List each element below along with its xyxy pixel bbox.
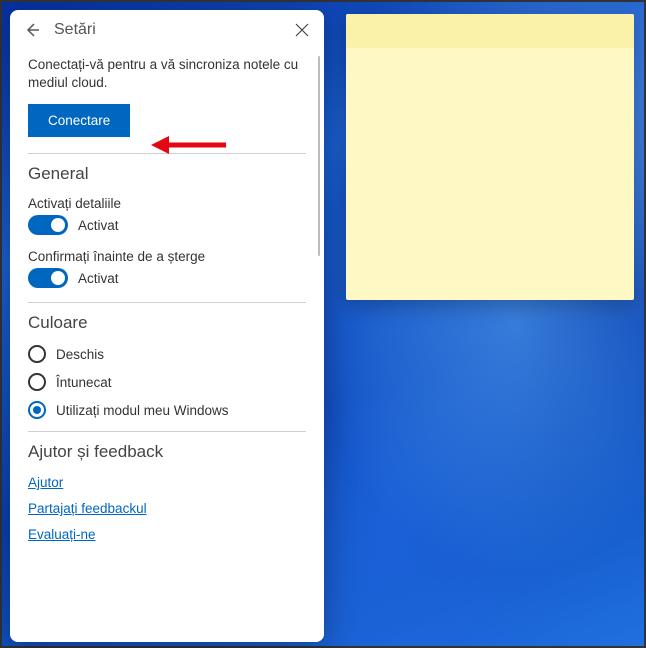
confirm-delete-toggle-row: Activat <box>28 268 306 288</box>
divider <box>28 431 306 432</box>
connect-button[interactable]: Conectare <box>28 104 130 137</box>
insights-toggle[interactable] <box>28 215 68 235</box>
scrollbar[interactable] <box>318 56 320 256</box>
divider <box>28 153 306 154</box>
section-color-title: Culoare <box>28 313 306 333</box>
back-button[interactable] <box>22 20 42 40</box>
panel-title: Setări <box>54 21 280 39</box>
insights-label: Activați detaliile <box>28 196 306 211</box>
color-option-label: Întunecat <box>56 375 112 390</box>
color-option-windows[interactable]: Utilizați modul meu Windows <box>28 401 306 419</box>
color-option-label: Utilizați modul meu Windows <box>56 403 229 418</box>
close-button[interactable] <box>292 20 312 40</box>
radio-icon <box>28 373 46 391</box>
confirm-delete-toggle[interactable] <box>28 268 68 288</box>
help-link[interactable]: Ajutor <box>28 475 63 490</box>
settings-panel: Setări Conectați-vă pentru a vă sincroni… <box>10 10 324 642</box>
confirm-delete-state: Activat <box>78 271 119 286</box>
section-help-title: Ajutor și feedback <box>28 442 306 462</box>
feedback-link[interactable]: Partajați feedbackul <box>28 501 147 516</box>
radio-icon <box>28 345 46 363</box>
insights-state: Activat <box>78 218 119 233</box>
sync-description: Conectați-vă pentru a vă sincroniza note… <box>28 56 306 92</box>
section-general-title: General <box>28 164 306 184</box>
radio-icon-selected <box>28 401 46 419</box>
close-icon <box>295 23 309 37</box>
arrow-left-icon <box>24 22 40 38</box>
color-option-light[interactable]: Deschis <box>28 345 306 363</box>
panel-header: Setări <box>10 10 324 48</box>
color-option-dark[interactable]: Întunecat <box>28 373 306 391</box>
insights-toggle-row: Activat <box>28 215 306 235</box>
sticky-note-header[interactable] <box>346 14 634 48</box>
divider <box>28 302 306 303</box>
confirm-delete-label: Confirmați înainte de a șterge <box>28 249 306 264</box>
panel-body: Conectați-vă pentru a vă sincroniza note… <box>10 48 324 642</box>
rate-link[interactable]: Evaluați-ne <box>28 527 96 542</box>
color-option-label: Deschis <box>56 347 104 362</box>
sticky-note[interactable] <box>346 14 634 300</box>
